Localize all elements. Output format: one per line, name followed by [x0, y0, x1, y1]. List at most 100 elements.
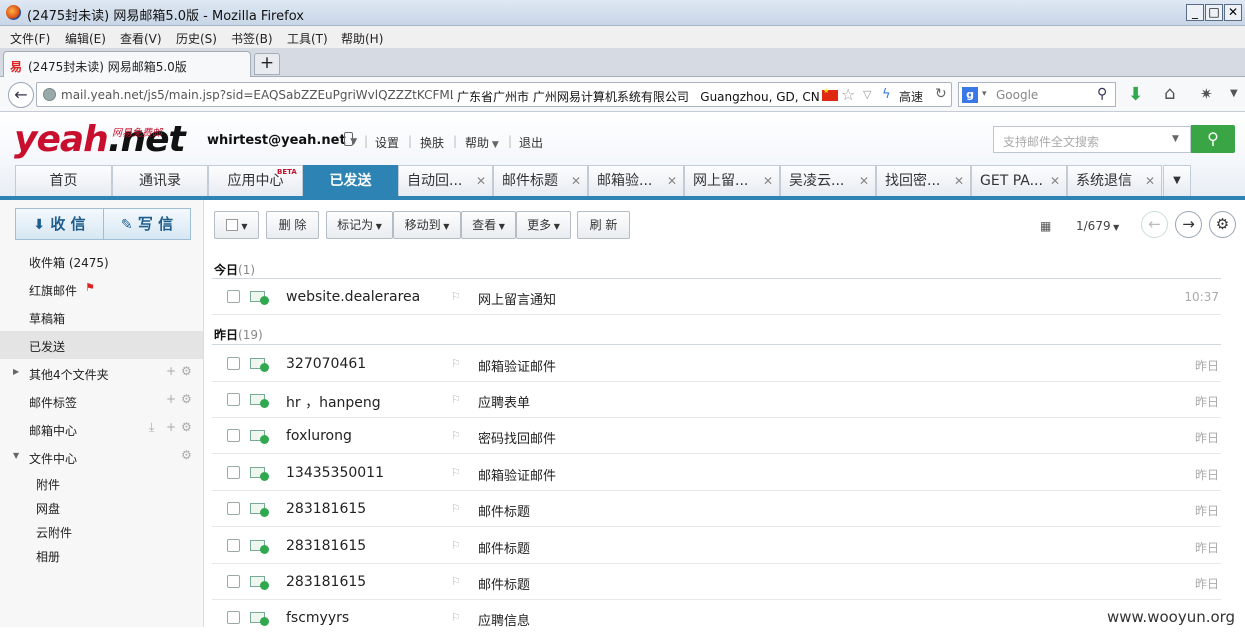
row-checkbox[interactable] — [227, 429, 240, 442]
close-tab-icon[interactable]: ✕ — [667, 166, 677, 196]
flag-icon[interactable]: ⚐ — [451, 502, 461, 515]
mail-row[interactable]: 283181615 ⚐ 邮件标题 昨日 — [212, 528, 1221, 564]
folder-flagged[interactable]: 红旗邮件 ⚑ — [0, 275, 203, 303]
mail-search-button[interactable]: ⚲ — [1191, 125, 1235, 153]
add-icon[interactable]: + — [166, 364, 176, 378]
row-checkbox[interactable] — [227, 539, 240, 552]
subfolder-attachments[interactable]: 附件 — [36, 476, 60, 493]
subfolder-cloud-attachments[interactable]: 云附件 — [36, 524, 72, 541]
folder-sent[interactable]: 已发送 — [0, 331, 203, 359]
close-tab-icon[interactable]: ✕ — [859, 166, 869, 196]
row-checkbox[interactable] — [227, 575, 240, 588]
row-checkbox[interactable] — [227, 611, 240, 624]
row-checkbox[interactable] — [227, 357, 240, 370]
gear-icon[interactable]: ⚙ — [181, 420, 192, 434]
toolbar-overflow-icon[interactable]: ▼ — [1230, 88, 1238, 99]
url-text[interactable]: mail.yeah.net/js5/main.jsp?sid=EAQSabZZE… — [61, 88, 453, 102]
close-tab-icon[interactable]: ✕ — [476, 166, 486, 196]
gear-icon[interactable]: ⚙ — [181, 448, 192, 462]
gear-icon[interactable]: ⚙ — [181, 392, 192, 406]
menu-view[interactable]: 查看(V) — [120, 30, 162, 47]
search-icon[interactable]: ⚲ — [1097, 86, 1107, 102]
tab-mail-message[interactable]: 网上留... ✕ — [684, 165, 780, 197]
add-icon[interactable]: + — [166, 420, 176, 434]
mail-row[interactable]: fscmyyrs ⚐ 应聘信息 — [212, 600, 1221, 636]
view-button[interactable]: 查看 ▼ — [461, 211, 516, 239]
add-icon[interactable]: + — [166, 392, 176, 406]
receive-button[interactable]: ⬇ 收 信 — [15, 208, 104, 240]
mail-row[interactable]: website.dealerarea ⚐ 网上留言通知 10:37 — [212, 279, 1221, 315]
menu-history[interactable]: 历史(S) — [176, 30, 217, 47]
flag-icon[interactable]: ⚐ — [451, 429, 461, 442]
help-link[interactable]: 帮助 ▼ — [465, 134, 499, 151]
close-tab-icon[interactable]: ✕ — [571, 166, 581, 196]
mail-row[interactable]: 13435350011 ⚐ 邮箱验证邮件 昨日 — [212, 455, 1221, 491]
delete-button[interactable]: 删 除 — [266, 211, 319, 239]
logout-link[interactable]: 退出 — [519, 134, 543, 151]
more-button[interactable]: 更多 ▼ — [516, 211, 571, 239]
download-icon[interactable]: ⬇ — [1128, 84, 1143, 105]
row-checkbox[interactable] — [227, 502, 240, 515]
collapse-arrow-icon[interactable]: ▼ — [13, 451, 19, 460]
row-checkbox[interactable] — [227, 393, 240, 406]
tab-overflow-button[interactable]: ▼ — [1163, 165, 1191, 197]
tab-home[interactable]: 首页 — [15, 165, 112, 197]
tab-mail-recover[interactable]: 找回密... ✕ — [876, 165, 971, 197]
skin-link[interactable]: 换肤 — [420, 134, 444, 151]
reload-icon[interactable]: ↻ — [935, 86, 947, 102]
close-tab-icon[interactable]: ✕ — [1050, 166, 1060, 196]
new-tab-button[interactable]: + — [254, 53, 280, 75]
mail-search-input[interactable]: 支持邮件全文搜索 ▼ — [993, 126, 1191, 153]
row-checkbox[interactable] — [227, 466, 240, 479]
compose-button[interactable]: ✎ 写 信 — [103, 208, 191, 240]
refresh-button[interactable]: 刷 新 — [577, 211, 630, 239]
menu-file[interactable]: 文件(F) — [10, 30, 50, 47]
expand-arrow-icon[interactable]: ▶ — [13, 367, 19, 376]
maximize-button[interactable]: □ — [1205, 4, 1223, 21]
tab-mail-wu[interactable]: 吴凌云... ✕ — [780, 165, 876, 197]
search-scope-dropdown-icon[interactable]: ▼ — [1172, 134, 1179, 144]
prev-page-button[interactable]: ← — [1141, 211, 1168, 238]
mail-row[interactable]: hr ，hanpeng ⚐ 应聘表单 昨日 — [212, 382, 1221, 418]
mail-row[interactable]: 283181615 ⚐ 邮件标题 昨日 — [212, 564, 1221, 600]
mail-row[interactable]: 283181615 ⚐ 邮件标题 昨日 — [212, 491, 1221, 527]
folder-drafts[interactable]: 草稿箱 — [0, 303, 203, 331]
search-engine-dropdown-icon[interactable]: ▾ — [982, 89, 987, 99]
browser-tab[interactable]: 易 (2475封未读) 网易邮箱5.0版 — [3, 51, 251, 78]
back-button[interactable]: ← — [8, 82, 34, 108]
tab-app-center[interactable]: 应用中心 BETA — [208, 165, 303, 197]
calendar-icon[interactable]: ▦ — [1040, 219, 1051, 233]
folder-tags[interactable]: 邮件标签 + ⚙ — [0, 387, 203, 415]
mobile-icon[interactable] — [344, 132, 353, 146]
user-account[interactable]: whirtest@yeah.net ▼ — [207, 133, 357, 148]
close-tab-icon[interactable]: ✕ — [954, 166, 964, 196]
folder-mailbox-center[interactable]: 邮箱中心 ⤓ + ⚙ — [0, 415, 203, 443]
row-checkbox[interactable] — [227, 290, 240, 303]
subfolder-album[interactable]: 相册 — [36, 548, 60, 565]
flag-icon[interactable]: ⚐ — [451, 539, 461, 552]
list-settings-button[interactable]: ⚙ — [1209, 211, 1236, 238]
web-search-box[interactable]: g ▾ Google ⚲ — [958, 82, 1116, 107]
next-page-button[interactable]: → — [1175, 211, 1202, 238]
menu-help[interactable]: 帮助(H) — [341, 30, 383, 47]
menu-edit[interactable]: 编辑(E) — [65, 30, 106, 47]
flag-icon[interactable]: ⚐ — [451, 393, 461, 406]
folder-file-center[interactable]: ▼ 文件中心 ⚙ — [0, 443, 203, 471]
page-indicator[interactable]: 1/679 ▼ — [1076, 219, 1119, 233]
move-to-button[interactable]: 移动到 ▼ — [393, 211, 461, 239]
flag-icon[interactable]: ⚐ — [451, 466, 461, 479]
subfolder-netdisk[interactable]: 网盘 — [36, 500, 60, 517]
google-icon[interactable]: g — [962, 87, 978, 103]
dropdown-arrow-icon[interactable]: ▽ — [863, 88, 871, 101]
tab-mail-auto-reply[interactable]: 自动回... ✕ — [398, 165, 493, 197]
url-bar[interactable]: mail.yeah.net/js5/main.jsp?sid=EAQSabZZE… — [36, 82, 952, 107]
addon-icon[interactable]: ✷ — [1200, 85, 1213, 103]
flag-icon[interactable]: ⚐ — [451, 290, 461, 303]
gear-icon[interactable]: ⚙ — [181, 364, 192, 378]
home-icon[interactable]: ⌂ — [1164, 83, 1175, 104]
flag-icon[interactable]: ⚐ — [451, 575, 461, 588]
close-tab-icon[interactable]: ✕ — [763, 166, 773, 196]
menu-bookmarks[interactable]: 书签(B) — [231, 30, 273, 47]
tab-contacts[interactable]: 通讯录 — [112, 165, 208, 197]
settings-link[interactable]: 设置 — [375, 134, 399, 151]
